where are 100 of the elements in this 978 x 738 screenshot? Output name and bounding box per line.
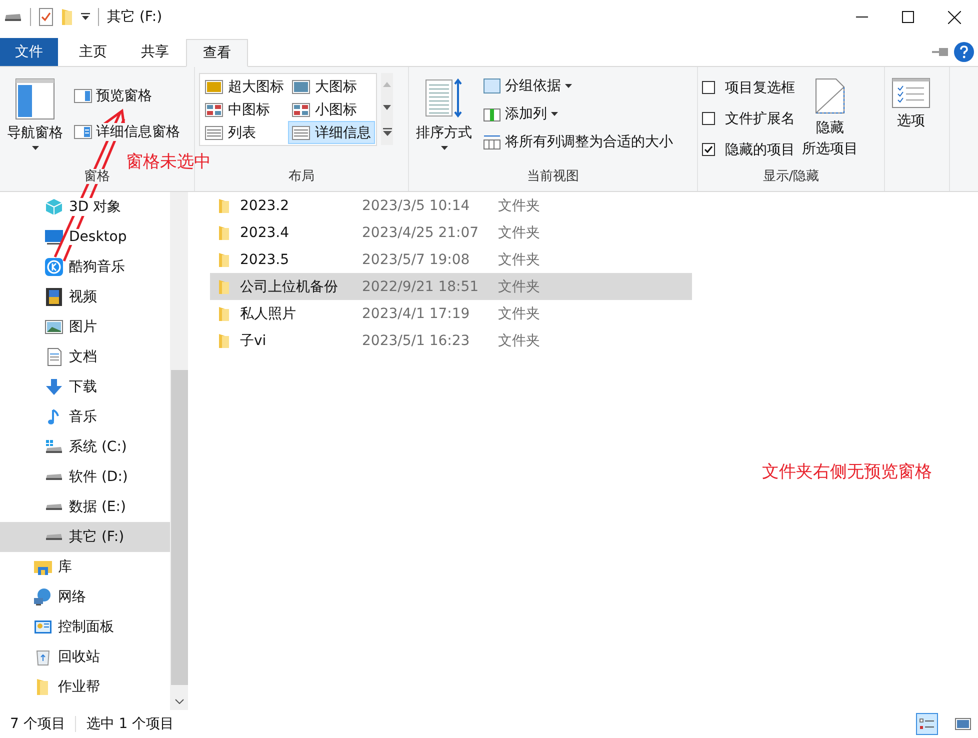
modified-date: 2023/4/1 17:19: [362, 306, 471, 322]
file-menu-tab[interactable]: 文件: [0, 38, 58, 66]
group-label: 显示/隐藏: [762, 168, 820, 186]
file-row[interactable]: 2023.4 2023/4/25 21:07 文件夹: [210, 219, 692, 246]
folder-icon: [218, 332, 230, 348]
help-icon[interactable]: [954, 42, 974, 62]
nav-pane-item[interactable]: 系统 (C:): [0, 432, 170, 462]
close-icon[interactable]: [948, 10, 961, 24]
scroll-down-icon[interactable]: [174, 699, 184, 704]
checkbox[interactable]: [702, 112, 715, 125]
preview-pane-button[interactable]: 预览窗格: [70, 83, 184, 109]
options-icon: [892, 78, 930, 108]
drive-icon: [45, 503, 63, 511]
checkbox[interactable]: [702, 81, 715, 94]
layout-icon: [205, 126, 223, 140]
modified-date: 2022/9/21 18:51: [362, 278, 480, 294]
layout-option[interactable]: 超大图标: [201, 75, 288, 98]
monitor-icon: [45, 228, 63, 246]
group-by-button[interactable]: 分组依据: [479, 73, 677, 99]
ribbon-tab[interactable]: 共享: [124, 38, 186, 66]
maximize-icon[interactable]: [902, 11, 914, 23]
document-icon: [45, 348, 63, 366]
layout-icon: [292, 80, 310, 94]
file-name: 公司上位机备份: [240, 278, 339, 296]
folder-icon: [218, 224, 230, 240]
nav-pane-item[interactable]: 作业帮: [0, 672, 170, 702]
folder-icon: [218, 198, 230, 214]
file-type: 文件夹: [498, 278, 540, 296]
nav-pane-item[interactable]: 控制面板: [0, 612, 170, 642]
scroll-down-icon[interactable]: [383, 105, 391, 110]
layout-option[interactable]: 大图标: [288, 75, 375, 98]
sort-icon: [424, 78, 464, 120]
checkbox-option[interactable]: 文件扩展名: [702, 104, 795, 133]
nav-pane-item[interactable]: 文档: [0, 342, 170, 372]
checked-checkbox[interactable]: [702, 143, 715, 156]
group-label: 当前视图: [526, 168, 580, 186]
nav-pane-item[interactable]: Desktop: [0, 222, 170, 252]
sort-by-button[interactable]: 排序方式: [413, 73, 475, 167]
nav-pane-item[interactable]: 回收站: [0, 642, 170, 672]
nav-pane-item[interactable]: 库: [0, 552, 170, 582]
nav-pane-item[interactable]: 其它 (F:): [0, 522, 170, 552]
nav-pane-item[interactable]: 视频: [0, 282, 170, 312]
annotation-text: 窗格未选中: [126, 151, 211, 173]
caret-icon: [32, 146, 38, 150]
nav-pane-item[interactable]: 数据 (E:): [0, 492, 170, 522]
nav-pane-item[interactable]: 软件 (D:): [0, 462, 170, 492]
group-icon: [483, 78, 501, 94]
options-button[interactable]: 选项: [889, 73, 933, 191]
file-row[interactable]: 子vi 2023/5/1 16:23 文件夹: [210, 327, 692, 354]
properties-icon[interactable]: [39, 8, 53, 26]
file-type: 文件夹: [498, 250, 540, 268]
folder-icon: [218, 306, 230, 322]
expand-gallery-icon[interactable]: [382, 128, 392, 136]
drive-icon: [45, 438, 63, 456]
add-column-button[interactable]: 添加列: [479, 101, 677, 127]
modified-date: 2023/5/1 16:23: [362, 332, 471, 348]
scrollbar-thumb[interactable]: [170, 370, 188, 685]
layout-icon: [292, 102, 310, 116]
hidden-file-icon: [815, 78, 845, 114]
nav-pane-item[interactable]: 网络: [0, 582, 170, 612]
layout-option[interactable]: 详细信息: [288, 121, 375, 144]
hide-selected-button[interactable]: 隐藏 所选项目: [799, 73, 861, 167]
item-count: 7 个项目: [10, 715, 66, 733]
layout-option[interactable]: 中图标: [201, 98, 288, 121]
checkbox-option[interactable]: 项目复选框: [702, 73, 795, 102]
details-pane-icon: [74, 125, 92, 139]
navigation-pane-icon: [15, 78, 55, 120]
layout-option[interactable]: 列表: [201, 121, 288, 144]
preview-pane-icon: [74, 89, 92, 103]
drive-icon: [45, 473, 63, 481]
ribbon-tab[interactable]: 主页: [62, 38, 124, 66]
file-row[interactable]: 公司上位机备份 2022/9/21 18:51 文件夹: [210, 273, 692, 300]
fit-columns-button[interactable]: 将所有列调整为合适的大小: [479, 129, 677, 155]
nav-pane-item[interactable]: 音乐: [0, 402, 170, 432]
modified-date: 2023/4/25 21:07: [362, 224, 480, 240]
pin-icon[interactable]: [932, 48, 948, 56]
nav-pane-item[interactable]: 下载: [0, 372, 170, 402]
picture-icon: [45, 318, 63, 336]
ribbon-tab[interactable]: 查看: [186, 39, 248, 67]
nav-pane-item[interactable]: 3D 对象: [0, 192, 170, 222]
nav-pane-item[interactable]: 图片: [0, 312, 170, 342]
nav-pane-item[interactable]: 酷狗音乐: [0, 252, 170, 282]
file-name: 2023.2: [240, 198, 290, 214]
file-type: 文件夹: [498, 196, 540, 214]
file-type: 文件夹: [498, 332, 540, 350]
window-title: 其它 (F:): [107, 8, 162, 26]
file-type: 文件夹: [498, 224, 540, 242]
library-icon: [34, 558, 52, 576]
details-view-button[interactable]: [916, 713, 938, 735]
file-row[interactable]: 2023.2 2023/3/5 10:14 文件夹: [210, 192, 692, 219]
selection-count: 选中 1 个项目: [86, 715, 174, 733]
checkbox-option[interactable]: 隐藏的项目: [702, 135, 795, 164]
file-row[interactable]: 2023.5 2023/5/7 19:08 文件夹: [210, 246, 692, 273]
file-row[interactable]: 私人照片 2023/4/1 17:19 文件夹: [210, 300, 692, 327]
navigation-pane-button[interactable]: 导航窗格: [4, 73, 66, 167]
layout-option[interactable]: 小图标: [288, 98, 375, 121]
globe-icon: [34, 588, 52, 606]
annotation-text: 文件夹右侧无预览窗格: [762, 461, 932, 483]
film-icon: [45, 288, 63, 306]
dropdown-caret-icon[interactable]: [81, 13, 90, 21]
